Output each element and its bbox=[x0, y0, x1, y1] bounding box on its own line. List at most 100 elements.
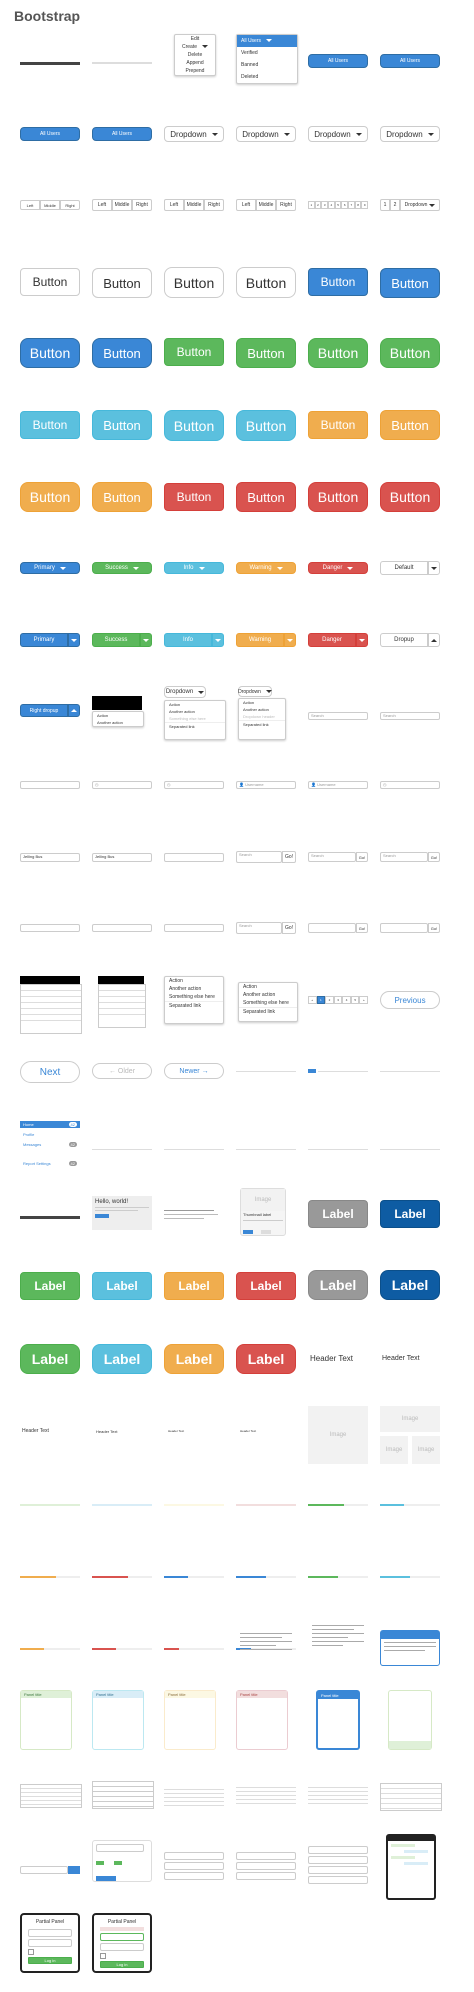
page-link[interactable]: 2 bbox=[314, 201, 322, 209]
select-option[interactable]: Deleted bbox=[237, 71, 297, 83]
page-link[interactable]: 4 bbox=[328, 201, 335, 209]
go-button[interactable]: Go! bbox=[282, 922, 296, 934]
form-input[interactable] bbox=[308, 1866, 368, 1874]
right-button[interactable]: Right bbox=[276, 199, 296, 211]
warning-button[interactable]: Button bbox=[308, 411, 368, 439]
login-input[interactable] bbox=[100, 1943, 144, 1951]
select-option[interactable]: Verified bbox=[237, 47, 297, 59]
primary-button[interactable]: Button bbox=[92, 338, 152, 368]
page-link[interactable]: 6 bbox=[341, 201, 349, 209]
search-input[interactable]: Search bbox=[236, 922, 282, 934]
default-button[interactable]: Button bbox=[92, 268, 152, 298]
menu-item[interactable]: Separated link bbox=[239, 1007, 297, 1016]
login-button[interactable]: Log in bbox=[100, 1961, 144, 1968]
middle-button[interactable]: Middle bbox=[40, 200, 60, 210]
left-button[interactable]: Left bbox=[236, 199, 256, 211]
login-button[interactable]: Log in bbox=[28, 1957, 72, 1964]
right-button[interactable]: Right bbox=[204, 199, 224, 211]
primary-button[interactable]: Primary bbox=[20, 633, 68, 647]
default-button[interactable]: Button bbox=[164, 267, 224, 298]
primary-button[interactable]: Button bbox=[308, 268, 368, 296]
login-input[interactable] bbox=[28, 1929, 72, 1937]
check-row[interactable] bbox=[96, 1861, 104, 1865]
search-input[interactable]: Search bbox=[236, 851, 282, 863]
nav-item[interactable]: Profile bbox=[20, 1128, 80, 1138]
form-input[interactable] bbox=[236, 1872, 296, 1880]
page-link-active[interactable]: 1 bbox=[316, 996, 326, 1004]
dropup-toggle[interactable] bbox=[428, 633, 440, 647]
all-users-button[interactable]: All Users bbox=[308, 54, 368, 68]
primary-button[interactable]: Button bbox=[380, 268, 440, 298]
text-input[interactable]: Search bbox=[308, 712, 368, 720]
login-input[interactable] bbox=[100, 1933, 144, 1941]
page-link[interactable]: 4 bbox=[342, 996, 351, 1004]
dropdown-toggle[interactable] bbox=[212, 633, 224, 647]
warning-button[interactable]: Button bbox=[92, 482, 152, 512]
default-button[interactable]: Default bbox=[380, 561, 428, 575]
menu-item[interactable]: Another action bbox=[239, 706, 285, 713]
search-input[interactable] bbox=[380, 923, 428, 933]
select-option[interactable]: Banned bbox=[237, 59, 297, 71]
page-link[interactable]: 5 bbox=[334, 201, 342, 209]
warning-button[interactable]: Warning bbox=[236, 633, 284, 647]
menu-item[interactable]: Create bbox=[175, 43, 215, 51]
go-button[interactable]: Go! bbox=[282, 851, 296, 863]
menu-item[interactable]: Append bbox=[175, 59, 215, 67]
dropdown-button[interactable]: Dropdown bbox=[238, 686, 272, 697]
nav-item[interactable]: Messages 42 bbox=[20, 1138, 80, 1148]
menu-item[interactable]: Another action bbox=[165, 708, 225, 715]
dropdown-button[interactable]: Dropdown bbox=[380, 126, 440, 142]
check-row[interactable] bbox=[114, 1861, 123, 1865]
menu-item[interactable]: Another action bbox=[165, 985, 223, 993]
menu-item[interactable]: Separated link bbox=[165, 722, 225, 730]
addon-input[interactable]: ◷ bbox=[164, 781, 224, 789]
previous-button[interactable]: Previous bbox=[380, 991, 440, 1009]
all-users-button[interactable]: All Users bbox=[92, 127, 152, 141]
nav-item-active[interactable]: Home 42 bbox=[20, 1121, 80, 1128]
slider-track[interactable] bbox=[92, 62, 152, 64]
page-link[interactable]: 1 bbox=[308, 201, 315, 209]
danger-button[interactable]: Button bbox=[164, 483, 224, 511]
dropdown-toggle[interactable] bbox=[68, 633, 80, 647]
form-input[interactable] bbox=[308, 1856, 368, 1864]
info-button[interactable]: Button bbox=[92, 410, 152, 440]
form-input[interactable] bbox=[236, 1852, 296, 1860]
menu-item[interactable]: Action bbox=[165, 701, 225, 708]
menu-item[interactable]: Another action bbox=[239, 991, 297, 999]
middle-button[interactable]: Middle bbox=[184, 199, 204, 211]
left-button[interactable]: Left bbox=[20, 200, 40, 210]
menu-item[interactable]: Something else here bbox=[239, 999, 297, 1007]
page-link[interactable]: 2 bbox=[325, 996, 334, 1004]
menu-item[interactable]: Action bbox=[93, 712, 143, 719]
warning-button[interactable]: Button bbox=[380, 410, 440, 440]
middle-button[interactable]: Middle bbox=[112, 199, 132, 211]
select-input[interactable] bbox=[164, 924, 224, 932]
danger-button[interactable]: Button bbox=[380, 482, 440, 512]
username-input[interactable]: 👤 Username bbox=[308, 781, 368, 789]
default-button[interactable]: Button bbox=[236, 267, 296, 298]
slider[interactable] bbox=[20, 62, 80, 65]
default-button[interactable]: Button bbox=[20, 268, 80, 296]
text-input[interactable]: Jelling Bus bbox=[20, 853, 80, 862]
menu-item[interactable]: Something else here bbox=[165, 715, 225, 722]
menu-item[interactable]: Action bbox=[165, 977, 223, 985]
page-button[interactable]: 1 bbox=[380, 199, 390, 211]
menu-item[interactable]: Separated link bbox=[239, 720, 285, 728]
success-button[interactable]: Success bbox=[92, 633, 140, 647]
next-button[interactable]: Next bbox=[20, 1061, 80, 1083]
all-users-button[interactable]: All Users bbox=[20, 127, 80, 141]
warning-dropdown-button[interactable]: Warning bbox=[236, 562, 296, 574]
dropup-button[interactable]: Dropup bbox=[380, 633, 428, 647]
list-item[interactable] bbox=[99, 1009, 145, 1015]
middle-button[interactable]: Middle bbox=[256, 199, 276, 211]
go-button[interactable]: Go! bbox=[428, 852, 440, 862]
menu-item[interactable]: Separated link bbox=[165, 1001, 223, 1010]
form-input[interactable] bbox=[164, 1852, 224, 1860]
select-input[interactable] bbox=[92, 924, 152, 932]
form-input[interactable] bbox=[308, 1846, 368, 1854]
success-button[interactable]: Button bbox=[380, 338, 440, 368]
go-button[interactable]: Go! bbox=[428, 923, 440, 933]
dropdown-toggle[interactable] bbox=[284, 633, 296, 647]
menu-item[interactable]: Edit bbox=[175, 35, 215, 43]
text-input[interactable] bbox=[164, 853, 224, 862]
